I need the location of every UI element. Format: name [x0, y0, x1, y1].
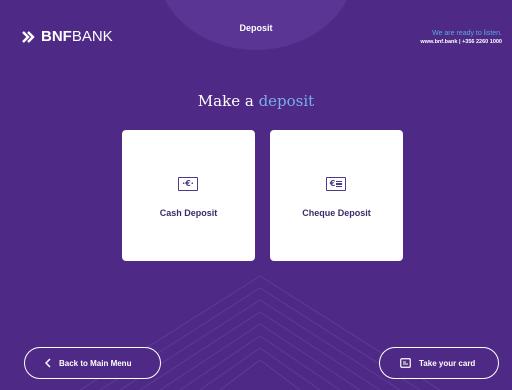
chevron-left-icon — [45, 358, 51, 368]
cash-euro-icon: ·€· — [178, 177, 198, 191]
back-to-main-menu-button[interactable]: Back to Main Menu — [24, 347, 161, 379]
take-your-card-button[interactable]: Take your card — [379, 347, 499, 379]
contact-details: www.bnf.bank | +356 2260 1000 — [420, 39, 502, 45]
contact-info: We are ready to listen. www.bnf.bank | +… — [420, 30, 502, 45]
cheque-euro-icon: € — [326, 177, 346, 191]
cash-deposit-option[interactable]: ·€· Cash Deposit — [122, 130, 255, 261]
take-card-label: Take your card — [419, 358, 476, 368]
heading-prefix: Make a — [197, 92, 254, 110]
card-eject-icon — [400, 358, 411, 368]
cash-deposit-label: Cash Deposit — [159, 208, 218, 218]
contact-tagline: We are ready to listen. — [432, 30, 502, 37]
cheque-deposit-option[interactable]: € Cheque Deposit — [270, 130, 403, 261]
heading-accent: deposit — [258, 92, 315, 110]
cheque-deposit-label: Cheque Deposit — [302, 208, 371, 218]
back-button-label: Back to Main Menu — [59, 358, 132, 368]
section-heading: Make a deposit — [0, 92, 512, 110]
